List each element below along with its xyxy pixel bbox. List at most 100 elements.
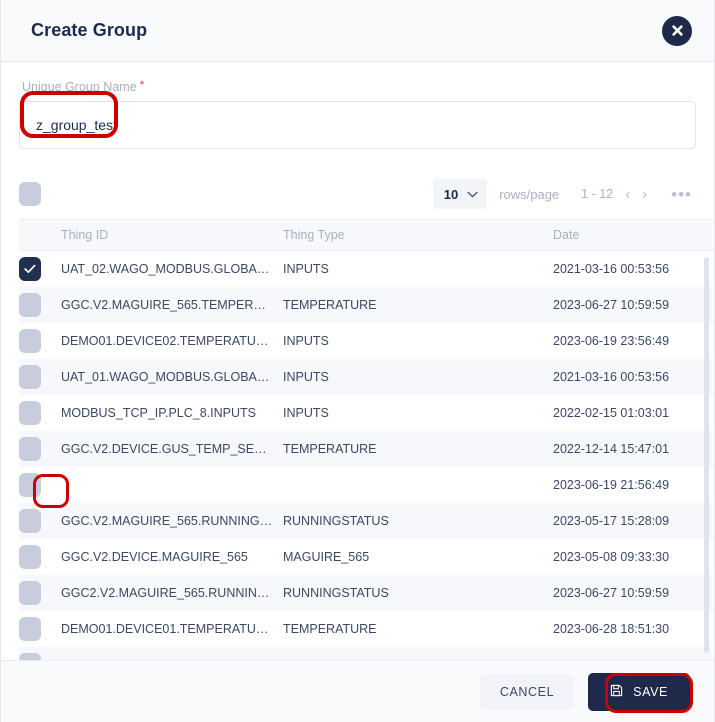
cell-date: 2023-06-28 18:51:30 [553, 622, 670, 636]
page-range-text: 1 - 12 [581, 187, 614, 201]
rows-per-page-value: 10 [443, 186, 459, 202]
table-row[interactable] [19, 647, 713, 660]
cell-date: 2023-05-17 15:28:09 [553, 514, 670, 528]
column-header-date: Date [553, 228, 580, 242]
table-row[interactable]: GGC.V2.DEVICE.GUS_TEMP_SENSOR.TEMP…TEMPE… [19, 431, 713, 467]
row-checkbox[interactable] [19, 581, 41, 605]
cell-date: 2023-06-19 23:56:49 [553, 334, 670, 348]
rows-per-page-label: rows/page [499, 186, 560, 202]
row-checkbox-cell [19, 581, 61, 605]
save-icon [610, 684, 623, 700]
cell-thing-type: TEMPERATURE [283, 622, 377, 636]
cell-thing-type: INPUTS [283, 370, 329, 384]
column-header-thing-type: Thing Type [283, 228, 345, 242]
group-name-input[interactable] [19, 101, 696, 149]
column-header-thing-id: Thing ID [61, 228, 109, 242]
cell-thing-id: GGC.V2.MAGUIRE_565.RUNNINGSTATUS [61, 514, 283, 528]
cell-thing-id: DEMO01.DEVICE01.TEMPERATURE [61, 622, 274, 636]
group-name-label-text: Unique Group Name [22, 80, 137, 94]
table-row[interactable]: MODBUS_TCP_IP.PLC_8.INPUTS INPUTS 2022-02-… [19, 395, 713, 431]
cell-thing-type: INPUTS [283, 262, 329, 276]
save-button[interactable]: SAVE [588, 672, 690, 711]
table-body: UAT_02.WAGO_MODBUS.GLOBALS.SEQUE…INPUTS2… [19, 251, 713, 660]
row-checkbox[interactable] [19, 365, 41, 389]
table-header-row: Thing ID Thing Type Date [19, 219, 713, 251]
row-checkbox-cell [19, 545, 61, 569]
cell-date: 2021-03-16 00:53:56 [553, 262, 670, 276]
row-checkbox[interactable] [19, 653, 41, 660]
cell-date: 2023-06-27 10:59:59 [553, 298, 670, 312]
close-icon [671, 24, 684, 37]
dialog-footer: CANCEL SAVE [1, 660, 714, 722]
group-name-field-wrap: Unique Group Name * [1, 62, 714, 149]
row-checkbox[interactable] [19, 437, 41, 461]
cell-thing-type: TEMPERATURE [283, 442, 377, 456]
row-checkbox[interactable] [19, 617, 41, 641]
row-checkbox-cell [19, 509, 61, 533]
cell-date: 2023-06-19 21:56:49 [553, 478, 670, 492]
cell-thing-type: RUNNINGSTATUS [283, 514, 389, 528]
row-checkbox[interactable] [19, 473, 41, 497]
row-checkbox-cell [19, 257, 61, 281]
check-icon [24, 264, 36, 274]
prev-page-icon[interactable]: ‹ [625, 187, 630, 202]
more-options-icon[interactable]: ••• [671, 186, 692, 203]
row-checkbox-cell [19, 617, 61, 641]
cell-thing-id: UAT_02.WAGO_MODBUS.GLOBALS.SEQUE… [61, 262, 283, 276]
cell-thing-id: DEMO01.DEVICE02.TEMPERATURE [61, 334, 274, 348]
cell-thing-type: INPUTS [283, 334, 329, 348]
table-row[interactable]: GGC2.V2.MAGUIRE_565.RUNNINGSTATUSRUNNING… [19, 575, 713, 611]
group-name-label: Unique Group Name * [19, 78, 696, 94]
cell-date: 2022-02-15 01:03:01 [553, 406, 670, 420]
row-checkbox-cell [19, 293, 61, 317]
table-row[interactable]: UAT_02.WAGO_MODBUS.GLOBALS.SEQUE…INPUTS 2… [19, 251, 713, 287]
table-row[interactable]: GGC.V2.DEVICE.MAGUIRE_565 MAGUIRE_565 2023… [19, 539, 713, 575]
table-row[interactable]: GGC.V2.MAGUIRE_565.TEMPERATURE TEMPERATUR… [19, 287, 713, 323]
cell-thing-type: RUNNINGSTATUS [283, 586, 389, 600]
table-row[interactable]: DEMO01.DEVICE02.TEMPERATURE INPUTS 2023-06… [19, 323, 713, 359]
row-checkbox[interactable] [19, 293, 41, 317]
table-toolbar: 10 rows/page 1 - 12 ‹ › ••• [1, 165, 714, 219]
table-row[interactable]: GGC.V2.MAGUIRE_565.RUNNINGSTATUS RUNNINGS… [19, 503, 713, 539]
row-checkbox-cell [19, 401, 61, 425]
cell-thing-id: MODBUS_TCP_IP.PLC_8.INPUTS [61, 406, 256, 420]
save-button-label: SAVE [633, 684, 668, 699]
row-checkbox[interactable] [19, 509, 41, 533]
cell-thing-type: INPUTS [283, 406, 329, 420]
row-checkbox-cell [19, 653, 61, 660]
row-checkbox[interactable] [19, 545, 41, 569]
cell-date: 2022-12-14 15:47:01 [553, 442, 670, 456]
row-checkbox-cell [19, 437, 61, 461]
cancel-button[interactable]: CANCEL [479, 673, 575, 710]
cell-date: 2023-06-27 10:59:59 [553, 586, 670, 600]
row-checkbox[interactable] [19, 401, 41, 425]
cell-thing-id: GGC.V2.DEVICE.GUS_TEMP_SENSOR.TEMP… [61, 442, 283, 456]
cell-thing-id: UAT_01.WAGO_MODBUS.GLOBALS.SEQUE… [61, 370, 283, 384]
table-row[interactable]: UAT_01.WAGO_MODBUS.GLOBALS.SEQUE…INPUTS 2… [19, 359, 713, 395]
cell-thing-id: GGC2.V2.MAGUIRE_565.RUNNINGSTATUS [61, 586, 283, 600]
cell-date: 2023-05-08 09:33:30 [553, 550, 670, 564]
row-checkbox-cell [19, 473, 61, 497]
things-table: Thing ID Thing Type Date UAT_02.WAGO_MOD… [19, 219, 713, 660]
rows-per-page-select[interactable]: 10 [432, 179, 488, 209]
table-row[interactable]: DEMO01.DEVICE01.TEMPERATURE TEMPERATURE 20… [19, 611, 713, 647]
dialog-header: Create Group [1, 0, 714, 62]
create-group-dialog: Create Group Unique Group Name * 10 [0, 0, 715, 722]
cell-thing-id: GGC.V2.DEVICE.MAGUIRE_565 [61, 550, 248, 564]
cell-date: 2021-03-16 00:53:56 [553, 370, 670, 384]
close-button[interactable] [662, 15, 692, 46]
row-checkbox-checked[interactable] [19, 257, 41, 281]
page-title: Create Group [31, 20, 148, 40]
row-checkbox[interactable] [19, 329, 41, 353]
cell-thing-type: TEMPERATURE [283, 298, 377, 312]
chevron-down-icon [467, 185, 478, 203]
table-scrollbar[interactable] [704, 257, 709, 653]
row-checkbox-cell [19, 329, 61, 353]
next-page-icon[interactable]: › [642, 187, 647, 202]
required-asterisk: * [139, 78, 145, 92]
cell-thing-id: GGC.V2.MAGUIRE_565.TEMPERATURE [61, 298, 283, 312]
select-all-checkbox[interactable] [19, 182, 41, 206]
cell-thing-type: MAGUIRE_565 [283, 550, 370, 564]
row-checkbox-cell [19, 365, 61, 389]
table-row[interactable]: 2023-06-19 21:56:49 [19, 467, 713, 503]
